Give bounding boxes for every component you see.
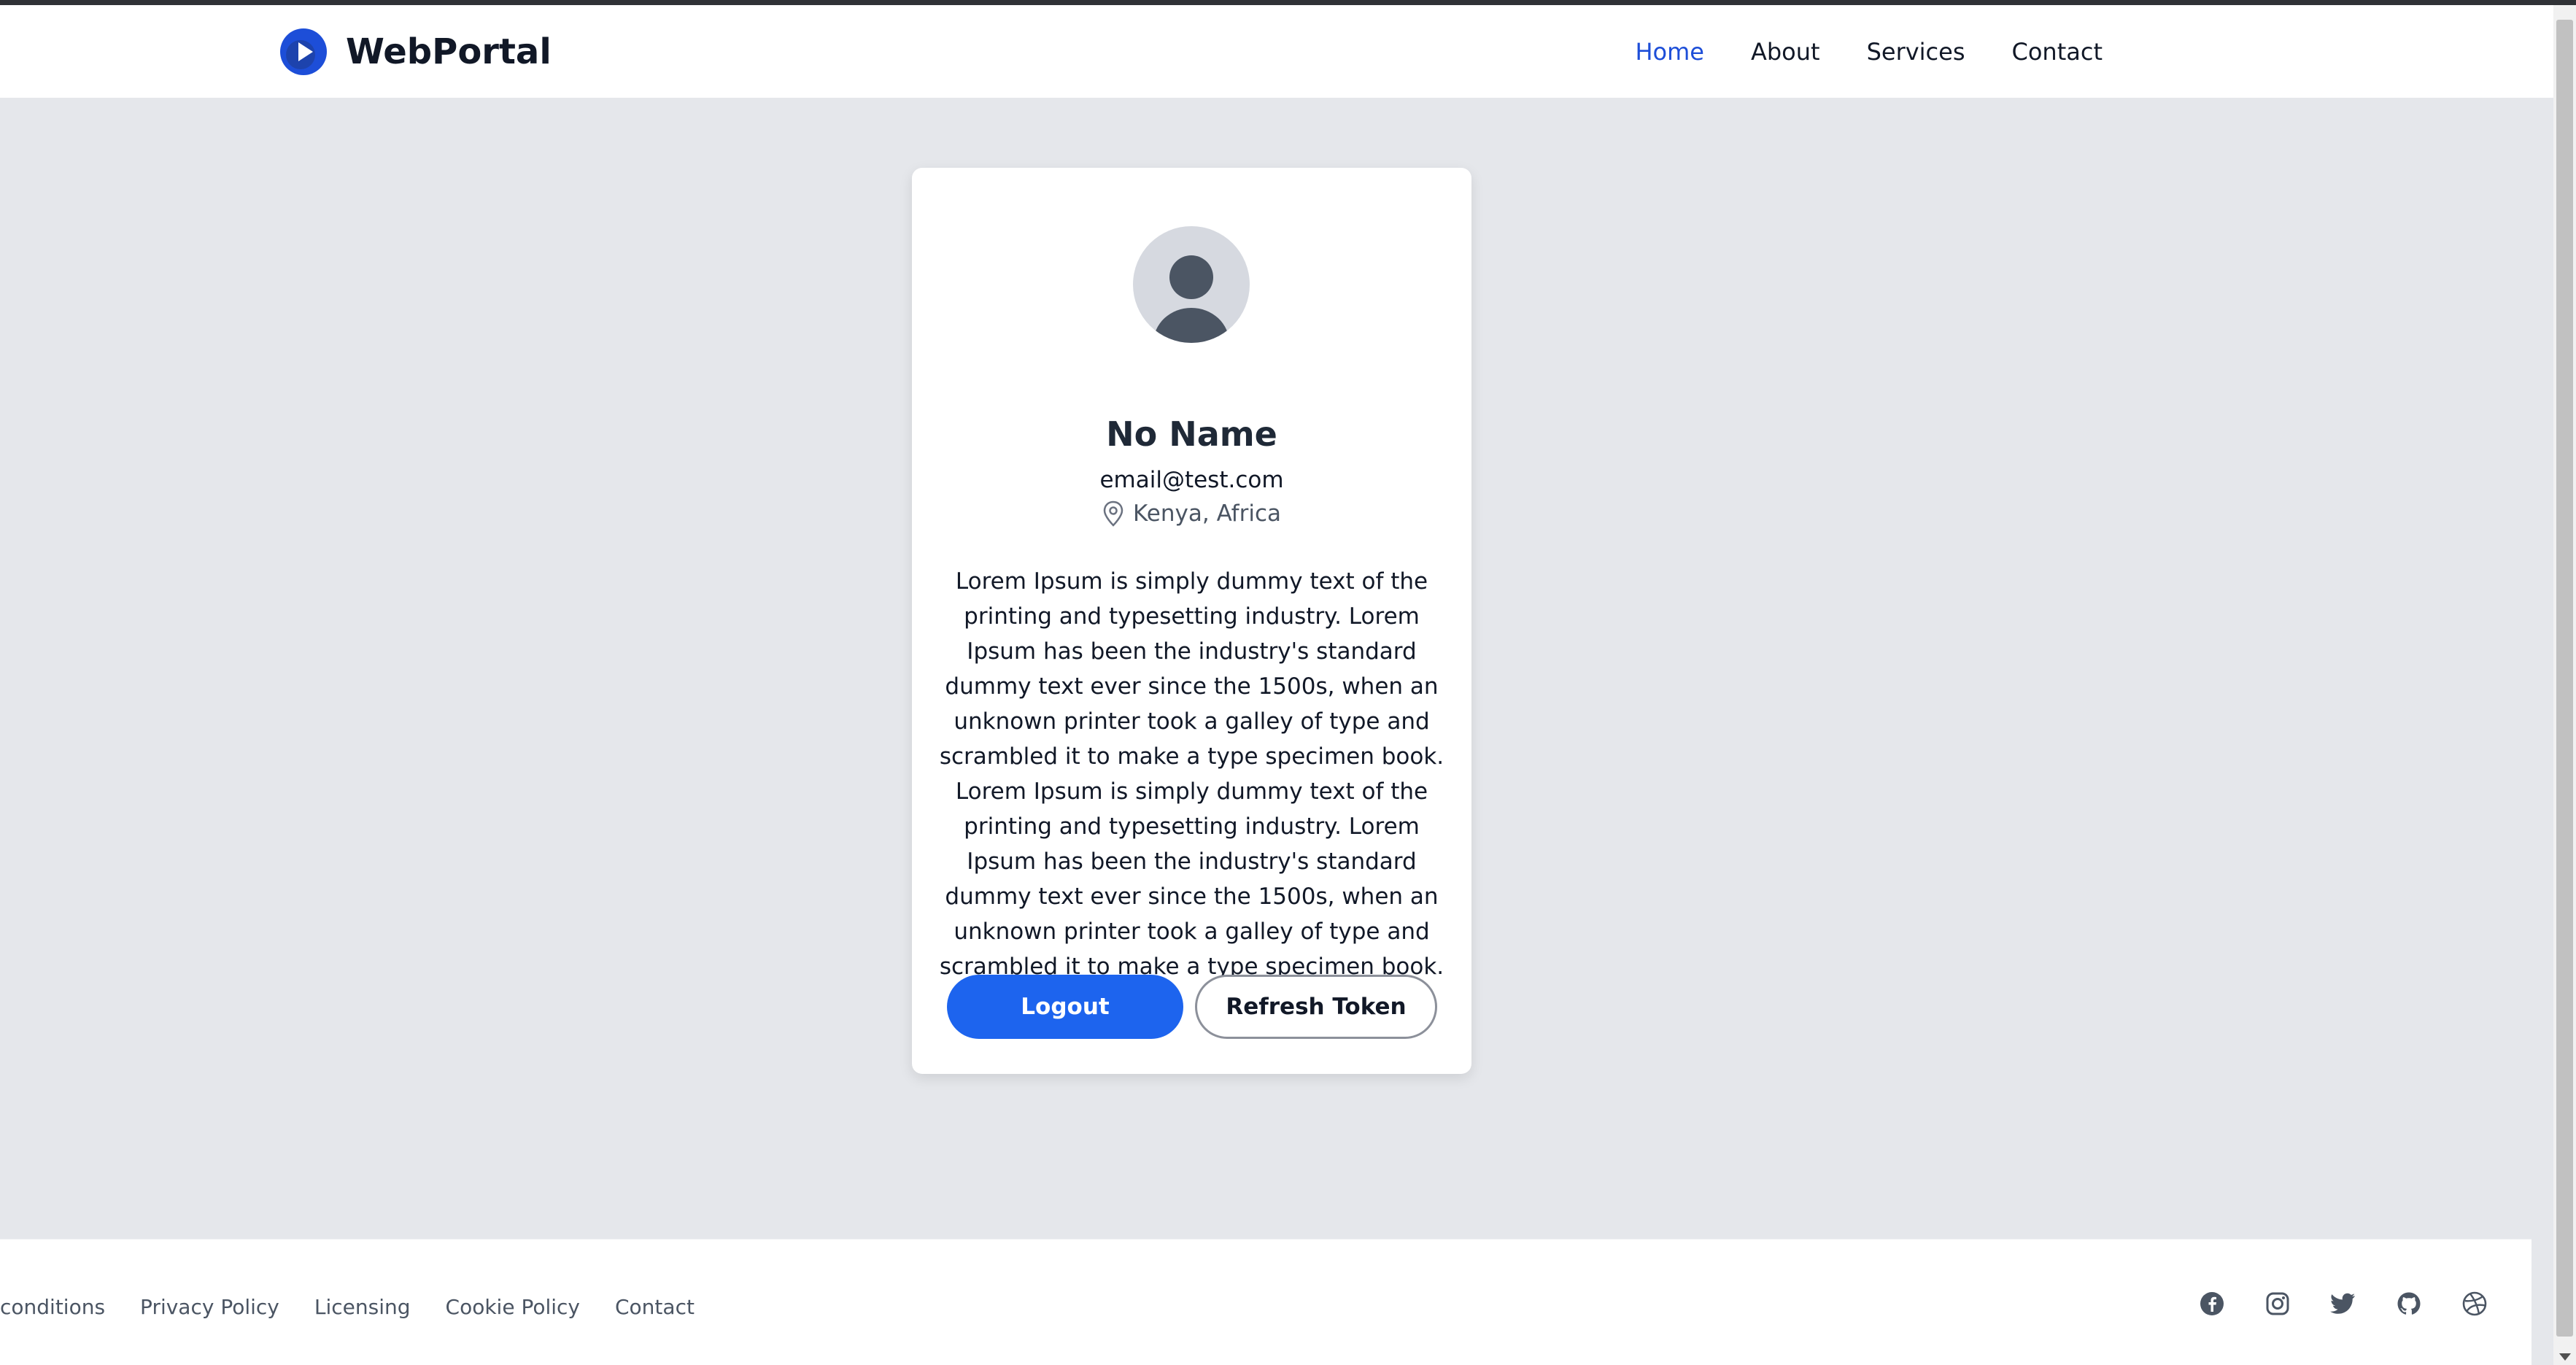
nav-contact[interactable]: Contact <box>2012 38 2103 66</box>
social-links <box>2199 1291 2488 1317</box>
scrollbar-thumb[interactable] <box>2556 20 2573 1337</box>
facebook-icon[interactable] <box>2199 1291 2225 1317</box>
page-viewport: WebPortal Home About Services Contact No… <box>0 0 2553 1365</box>
github-icon[interactable] <box>2396 1291 2422 1317</box>
nav-home[interactable]: Home <box>1635 38 1704 66</box>
nav-services[interactable]: Services <box>1867 38 1965 66</box>
footer-link-terms[interactable]: conditions <box>0 1295 105 1319</box>
brand-logo-icon <box>280 28 327 75</box>
site-footer: conditions Privacy Policy Licensing Cook… <box>0 1239 2531 1365</box>
location-pin-icon <box>1103 500 1123 527</box>
profile-email: email@test.com <box>1099 467 1284 493</box>
brand-name: WebPortal <box>346 31 552 72</box>
scroll-down-arrow-icon[interactable] <box>2559 1353 2571 1361</box>
footer-link-contact[interactable]: Contact <box>615 1295 695 1319</box>
footer-links: conditions Privacy Policy Licensing Cook… <box>0 1295 730 1319</box>
footer-link-privacy[interactable]: Privacy Policy <box>140 1295 279 1319</box>
dribbble-icon[interactable] <box>2461 1291 2488 1317</box>
nav-about[interactable]: About <box>1751 38 1820 66</box>
profile-name: No Name <box>1106 414 1277 454</box>
footer-link-cookie[interactable]: Cookie Policy <box>446 1295 580 1319</box>
user-icon <box>1153 255 1229 343</box>
main-nav: Home About Services Contact <box>1635 27 2103 77</box>
location-text: Kenya, Africa <box>1133 500 1281 527</box>
profile-bio: Lorem Ipsum is simply dummy text of the … <box>939 568 1444 980</box>
window-top-border <box>0 0 2576 5</box>
refresh-token-button[interactable]: Refresh Token <box>1195 975 1437 1039</box>
instagram-icon[interactable] <box>2264 1291 2291 1317</box>
brand[interactable]: WebPortal <box>280 27 552 77</box>
avatar <box>1133 226 1250 343</box>
twitter-icon[interactable] <box>2330 1291 2356 1317</box>
footer-link-licensing[interactable]: Licensing <box>314 1295 411 1319</box>
profile-card: No Name email@test.com Kenya, Africa Lor… <box>912 168 1471 1074</box>
profile-location: Kenya, Africa <box>912 500 1471 527</box>
logout-button[interactable]: Logout <box>947 975 1183 1039</box>
vertical-scrollbar[interactable] <box>2553 5 2576 1365</box>
site-header: WebPortal Home About Services Contact <box>0 5 2553 98</box>
